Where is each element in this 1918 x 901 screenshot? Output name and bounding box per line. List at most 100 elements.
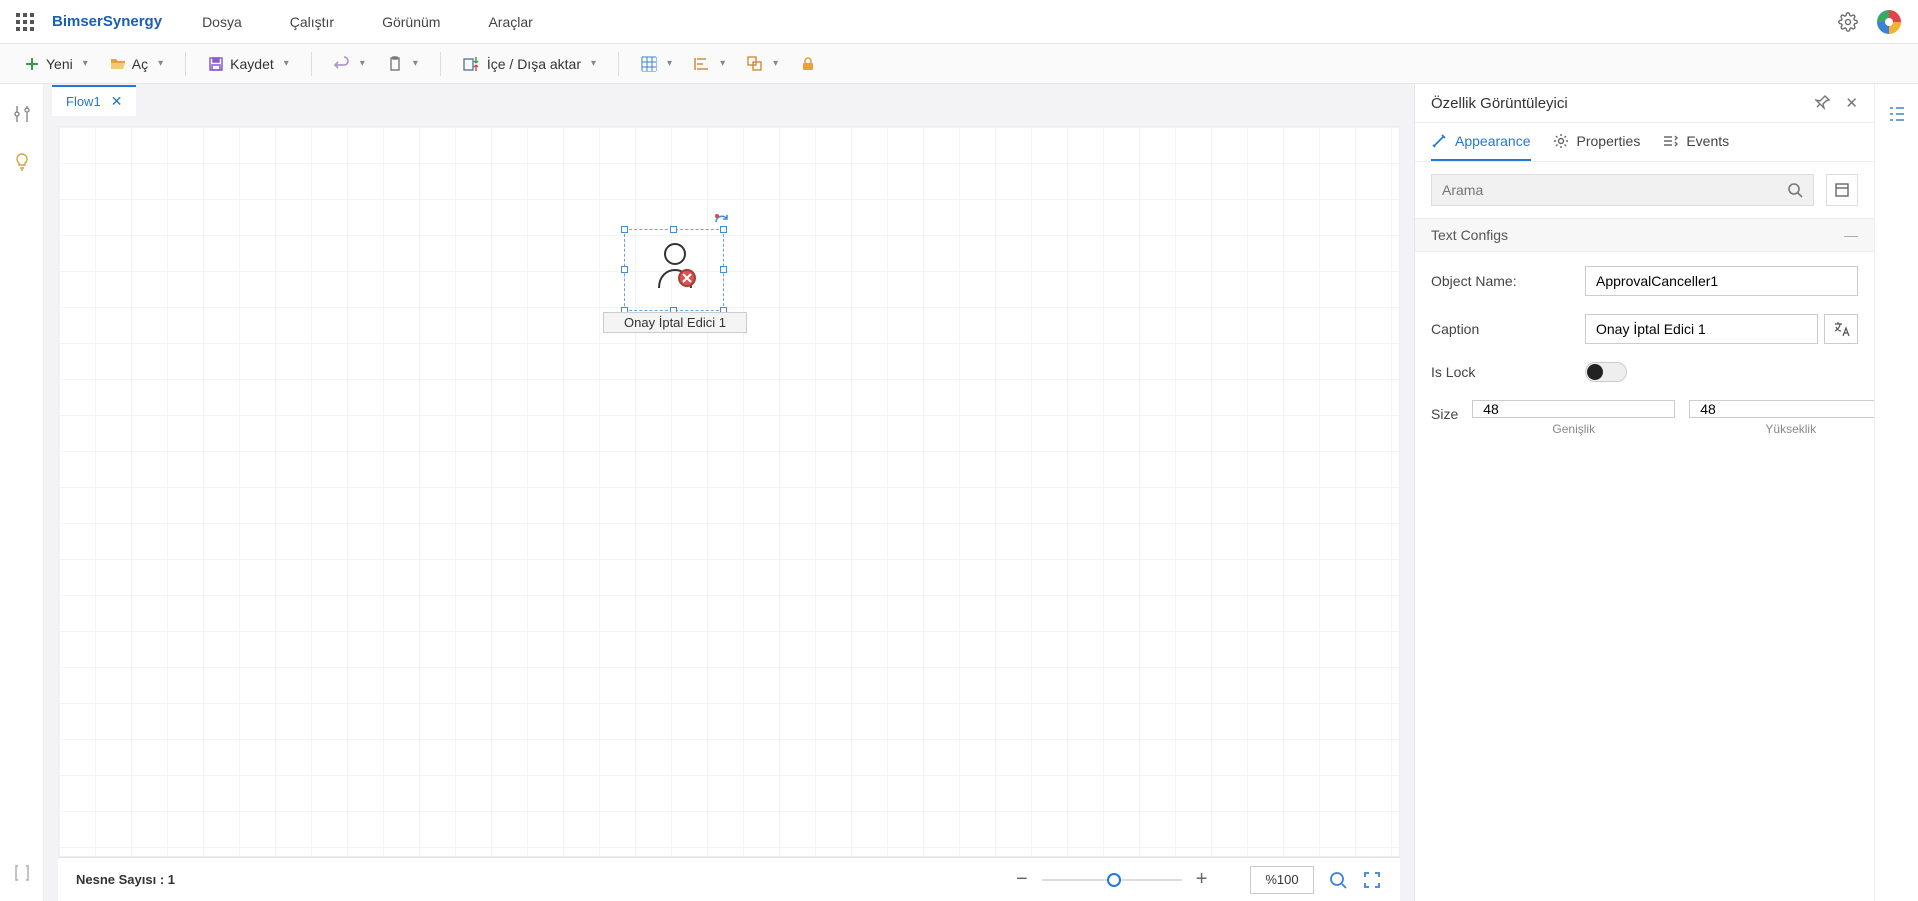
chevron-down-icon: ▾ xyxy=(720,58,725,69)
size-height-hint: Yükseklik xyxy=(1689,422,1892,436)
tab-appearance-label: Appearance xyxy=(1455,133,1531,149)
undo-button[interactable]: ▾ xyxy=(326,52,373,76)
save-button[interactable]: Kaydet ▾ xyxy=(200,52,297,76)
node-label[interactable]: Onay İptal Edici 1 xyxy=(603,312,747,333)
top-menu-bar: BimserSynergy Dosya Çalıştır Görünüm Ara… xyxy=(0,0,1918,44)
tab-close-icon[interactable]: ✕ xyxy=(111,93,123,110)
workspace: Flow1 ✕ xyxy=(0,84,1918,901)
tab-events-label: Events xyxy=(1686,133,1729,149)
new-button[interactable]: Yeni ▾ xyxy=(16,52,96,76)
tab-properties[interactable]: Properties xyxy=(1553,133,1641,161)
tools-rail-icon[interactable] xyxy=(12,104,32,124)
toolbar-separator xyxy=(185,52,186,76)
resize-handle[interactable] xyxy=(720,226,727,233)
toolbar-separator xyxy=(440,52,441,76)
tab-strip: Flow1 ✕ xyxy=(44,84,1414,116)
panel-tabs: Appearance Properties Events xyxy=(1415,123,1874,162)
import-export-button[interactable]: İçe / Dışa aktar ▾ xyxy=(455,52,604,76)
resize-handle[interactable] xyxy=(720,266,727,273)
menu-tools[interactable]: Araçlar xyxy=(488,14,532,30)
selected-node[interactable]: Onay İptal Edici 1 xyxy=(624,229,724,311)
zoom-fit-icon[interactable] xyxy=(1328,870,1348,890)
approval-canceller-icon xyxy=(653,240,697,290)
size-label: Size xyxy=(1431,400,1458,422)
canvas-area: Flow1 ✕ xyxy=(44,84,1414,901)
toolbar: Yeni ▾ Aç ▾ Kaydet ▾ ▾ ▾ İçe / Dışa akta… xyxy=(0,44,1918,84)
toggle-knob xyxy=(1587,364,1603,380)
resize-handle[interactable] xyxy=(670,226,677,233)
zoom-slider-thumb[interactable] xyxy=(1107,873,1121,887)
status-bar: Nesne Sayısı : 1 − + %100 xyxy=(58,857,1400,901)
import-export-label: İçe / Dışa aktar xyxy=(487,56,581,72)
chevron-down-icon: ▾ xyxy=(667,58,672,69)
object-count-label: Nesne Sayısı : 1 xyxy=(76,872,175,887)
close-panel-icon[interactable]: ✕ xyxy=(1845,94,1858,112)
main-menu: Dosya Çalıştır Görünüm Araçlar xyxy=(202,14,533,30)
profile-color-icon[interactable] xyxy=(1876,9,1902,35)
group-label: Text Configs xyxy=(1431,227,1508,243)
object-name-input[interactable] xyxy=(1585,266,1858,296)
clipboard-button[interactable]: ▾ xyxy=(379,52,426,76)
group-text-configs[interactable]: Text Configs — xyxy=(1415,218,1874,252)
size-width-hint: Genişlik xyxy=(1472,422,1675,436)
apps-grid-icon[interactable] xyxy=(16,13,34,31)
open-button[interactable]: Aç ▾ xyxy=(102,52,171,76)
zoom-in-button[interactable]: + xyxy=(1196,868,1208,891)
fullscreen-icon[interactable] xyxy=(1362,870,1382,890)
resize-handle[interactable] xyxy=(621,266,628,273)
tab-appearance[interactable]: Appearance xyxy=(1431,133,1531,161)
toolbar-separator xyxy=(311,52,312,76)
panel-search[interactable] xyxy=(1431,174,1814,206)
menu-file[interactable]: Dosya xyxy=(202,14,242,30)
chevron-down-icon: ▾ xyxy=(83,58,88,69)
size-height-input[interactable] xyxy=(1689,400,1892,418)
chevron-down-icon: ▾ xyxy=(158,58,163,69)
tab-flow1[interactable]: Flow1 ✕ xyxy=(52,85,136,116)
outline-rail-icon[interactable] xyxy=(1887,104,1907,124)
chevron-down-icon: ▾ xyxy=(413,58,418,69)
grid-button[interactable]: ▾ xyxy=(633,52,680,76)
settings-gear-icon[interactable] xyxy=(1838,12,1858,32)
pin-icon[interactable] xyxy=(1815,94,1831,112)
zoom-slider-track[interactable] xyxy=(1042,879,1182,881)
rotate-handle-icon[interactable] xyxy=(713,212,731,226)
size-width-input[interactable] xyxy=(1472,400,1675,418)
menu-run[interactable]: Çalıştır xyxy=(290,14,334,30)
new-button-label: Yeni xyxy=(46,56,73,72)
translate-button[interactable] xyxy=(1824,314,1858,344)
arrange-button[interactable]: ▾ xyxy=(739,52,786,76)
right-rail xyxy=(1874,84,1918,901)
tab-properties-label: Properties xyxy=(1577,133,1641,149)
panel-header: Özellik Görüntüleyici ✕ xyxy=(1415,84,1874,123)
panel-search-input[interactable] xyxy=(1442,182,1787,198)
caption-input[interactable] xyxy=(1585,314,1818,344)
caption-label: Caption xyxy=(1431,321,1571,337)
lock-button[interactable] xyxy=(792,52,824,76)
panel-body: Object Name: Caption Is Lock Siz xyxy=(1415,252,1874,450)
menu-view[interactable]: Görünüm xyxy=(382,14,440,30)
tab-label: Flow1 xyxy=(66,94,101,109)
chevron-down-icon: ▾ xyxy=(591,58,596,69)
tab-events[interactable]: Events xyxy=(1662,133,1729,161)
zoom-out-button[interactable]: − xyxy=(1016,868,1028,891)
panel-title: Özellik Görüntüleyici xyxy=(1431,95,1568,112)
brackets-rail-icon[interactable] xyxy=(12,863,32,883)
collapse-icon[interactable]: — xyxy=(1844,227,1858,243)
search-icon xyxy=(1787,182,1803,198)
zoom-value-box[interactable]: %100 xyxy=(1250,866,1314,894)
chevron-down-icon: ▾ xyxy=(360,58,365,69)
left-rail xyxy=(0,84,44,901)
islock-toggle[interactable] xyxy=(1585,362,1627,382)
panel-layout-button[interactable] xyxy=(1826,174,1858,206)
open-button-label: Aç xyxy=(132,56,148,72)
zoom-control: − + xyxy=(1016,868,1236,891)
chevron-down-icon: ▾ xyxy=(284,58,289,69)
property-panel: Özellik Görüntüleyici ✕ Appearance Prope… xyxy=(1414,84,1874,901)
hint-rail-icon[interactable] xyxy=(12,152,32,172)
toolbar-separator xyxy=(618,52,619,76)
resize-handle[interactable] xyxy=(621,226,628,233)
islock-label: Is Lock xyxy=(1431,364,1571,380)
flow-canvas[interactable]: Onay İptal Edici 1 xyxy=(58,126,1400,857)
brand-title: BimserSynergy xyxy=(52,13,162,30)
align-button[interactable]: ▾ xyxy=(686,52,733,76)
